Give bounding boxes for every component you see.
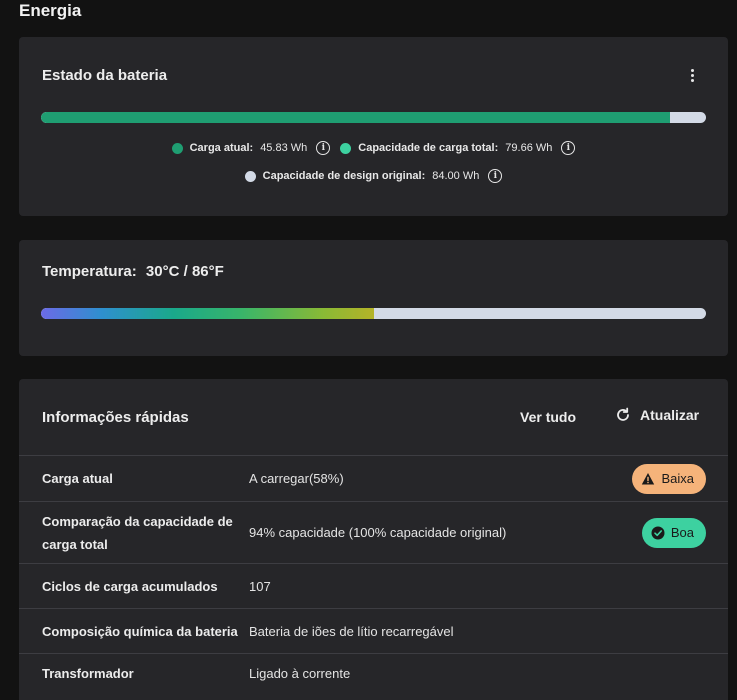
- info-icon[interactable]: i: [316, 141, 331, 155]
- legend-design-capacity: Capacidade de design original: 84.00 Wh …: [244, 169, 503, 183]
- temperature-card: Temperatura: 30°C / 86°F: [19, 240, 728, 356]
- row-key: Composição química da bateria: [42, 623, 238, 639]
- legend-value: 45.83 Wh: [260, 142, 308, 154]
- quick-info-title: Informações rápidas: [42, 409, 189, 426]
- quick-info-header: Informações rápidas Ver tudo Atualizar: [19, 379, 728, 455]
- row-value: 94% capacidade (100% capacidade original…: [249, 525, 507, 540]
- energy-page: Energia Estado da bateria Carga atual: 4…: [0, 0, 737, 700]
- row-value: A carregar(58%): [249, 471, 344, 486]
- battery-status-title: Estado da bateria: [42, 67, 168, 84]
- refresh-label: Atualizar: [640, 407, 700, 423]
- temperature-fill: [41, 308, 374, 319]
- temperature-value: 30°C / 86°F: [145, 263, 224, 280]
- warning-icon: [642, 472, 655, 484]
- legend-label: Capacidade de carga total:: [358, 142, 499, 154]
- row-value: Bateria de iões de lítio recarregável: [249, 623, 454, 639]
- refresh-button[interactable]: Atualizar: [615, 407, 699, 423]
- table-row: Transformador Ligado à corrente: [19, 653, 728, 693]
- row-value: Ligado à corrente: [249, 666, 351, 681]
- table-row: Carga atual A carregar(58%) Baixa: [19, 455, 728, 501]
- legend-dot-current: [171, 142, 183, 154]
- battery-legend-row: Capacidade de design original: 84.00 Wh …: [19, 169, 728, 183]
- battery-legend-row: Carga atual: 45.83 Wh i Capacidade de ca…: [19, 141, 728, 155]
- battery-status-card: Estado da bateria Carga atual: 45.83 Wh …: [19, 37, 728, 216]
- kebab-menu-icon[interactable]: [686, 67, 698, 83]
- legend-current-charge: Carga atual: 45.83 Wh i: [171, 141, 331, 155]
- legend-full-capacity: Capacidade de carga total: 79.66 Wh i: [340, 141, 576, 155]
- table-row: Comparação da capacidade de carga total …: [19, 501, 728, 563]
- check-circle-icon: [651, 526, 665, 539]
- legend-label: Carga atual:: [189, 142, 254, 154]
- row-value: 107: [249, 578, 271, 594]
- legend-value: 84.00 Wh: [432, 170, 480, 182]
- temperature-label: Temperatura:: [42, 263, 137, 280]
- status-badge-label: Baixa: [661, 471, 694, 486]
- temperature-title: Temperatura: 30°C / 86°F: [42, 263, 224, 280]
- legend-label: Capacidade de design original:: [262, 170, 426, 182]
- row-key: Comparação da capacidade de carga total: [42, 513, 233, 552]
- status-badge: Baixa: [632, 463, 706, 494]
- status-badge: Boa: [641, 517, 706, 548]
- row-key: Transformador: [42, 666, 134, 681]
- view-all-button[interactable]: Ver tudo: [520, 409, 576, 425]
- quick-info-card: Informações rápidas Ver tudo Atualizar C…: [19, 379, 728, 700]
- refresh-icon: [617, 407, 629, 421]
- page-title: Energia: [19, 1, 82, 20]
- legend-value: 79.66 Wh: [505, 142, 553, 154]
- status-badge-label: Boa: [670, 525, 694, 540]
- table-row: Ciclos de carga acumulados 107: [19, 563, 728, 608]
- quick-info-table: Carga atual A carregar(58%) Baixa Compar…: [19, 455, 728, 693]
- battery-capacity-fill: [41, 112, 671, 123]
- info-icon[interactable]: i: [488, 169, 503, 183]
- row-key: Ciclos de carga acumulados: [42, 578, 218, 594]
- info-icon[interactable]: i: [561, 141, 576, 155]
- legend-dot-design: [244, 170, 256, 182]
- temperature-bar: [41, 308, 706, 319]
- battery-capacity-bar: [41, 112, 706, 123]
- legend-dot-full: [340, 142, 352, 154]
- row-key: Carga atual: [42, 471, 113, 486]
- table-row: Composição química da bateria Bateria de…: [19, 608, 728, 653]
